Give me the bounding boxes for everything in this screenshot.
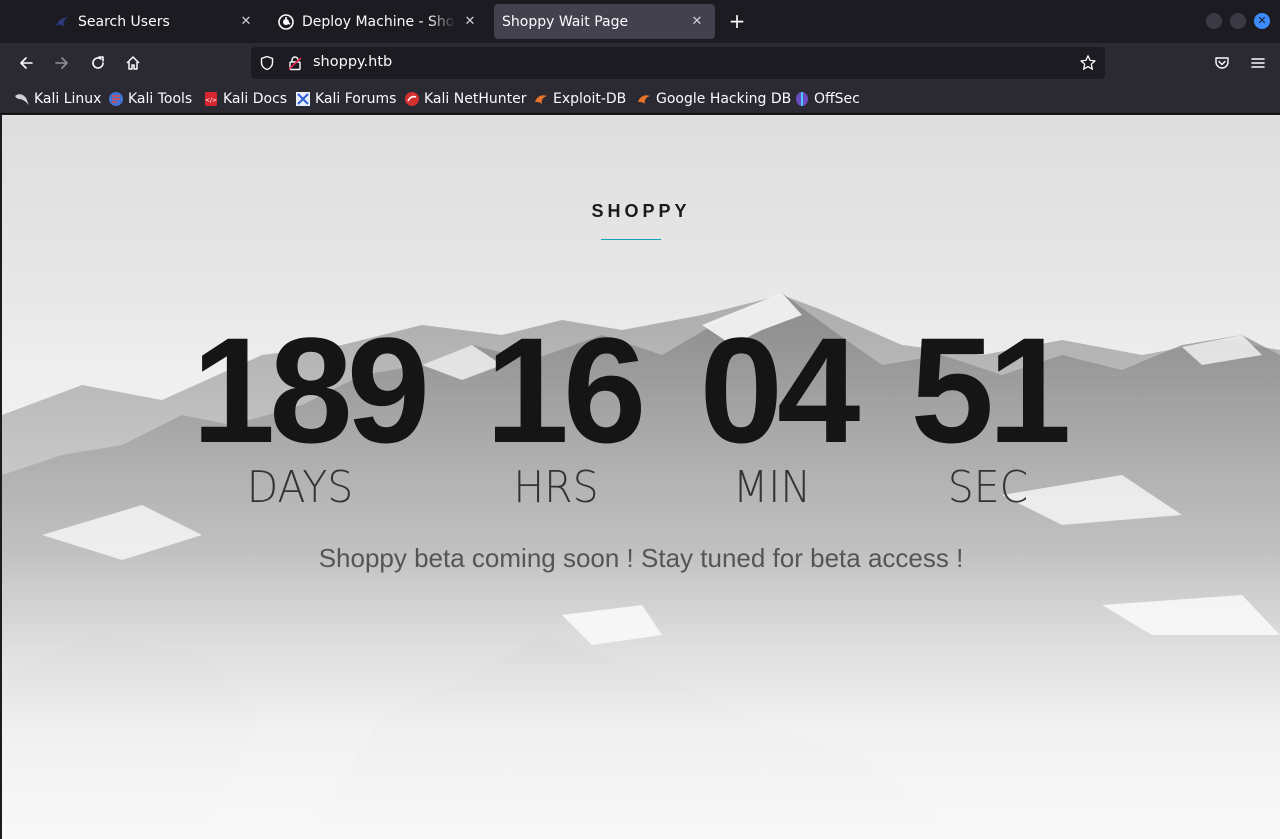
kali-tools-icon bbox=[108, 91, 124, 107]
back-button[interactable] bbox=[14, 51, 38, 75]
close-icon[interactable]: ✕ bbox=[238, 14, 254, 30]
new-tab-button[interactable]: + bbox=[727, 11, 747, 31]
kali-dragon-icon bbox=[54, 14, 70, 30]
bookmark-google-hacking-db[interactable]: Google Hacking DB bbox=[636, 89, 791, 109]
maximize-button[interactable] bbox=[1230, 13, 1246, 29]
bookmark-kali-docs[interactable]: </> Kali Docs bbox=[203, 89, 287, 109]
menu-button[interactable] bbox=[1246, 51, 1270, 75]
insecure-lock-icon[interactable] bbox=[287, 55, 303, 75]
address-bar[interactable]: shoppy.htb bbox=[251, 47, 1105, 79]
countdown-days-label: DAYS bbox=[246, 462, 354, 513]
bookmark-label: Kali Forums bbox=[315, 91, 397, 107]
bookmark-label: Kali Linux bbox=[34, 91, 102, 107]
bookmark-kali-nethunter[interactable]: Kali NetHunter bbox=[404, 89, 526, 109]
countdown-seconds-label: SEC bbox=[947, 462, 1029, 513]
countdown-minutes-label: MIN bbox=[732, 462, 811, 513]
bookmark-kali-forums[interactable]: Kali Forums bbox=[295, 89, 396, 109]
forward-arrow-icon bbox=[55, 57, 68, 69]
bookmark-kali-tools[interactable]: Kali Tools bbox=[108, 89, 192, 109]
bookmark-label: Google Hacking DB bbox=[656, 91, 792, 107]
background-fade-overlay bbox=[2, 115, 1280, 839]
forward-button[interactable] bbox=[50, 51, 74, 75]
offsec-icon bbox=[794, 91, 810, 107]
beta-tagline: Shoppy beta coming soon ! Stay tuned for… bbox=[318, 543, 964, 573]
countdown-seconds-value: 51 bbox=[910, 306, 1072, 474]
countdown-days-value: 189 bbox=[191, 306, 430, 474]
web-page: SHOPPY 189 DAYS 16 HRS 04 MIN 51 SEC Sho… bbox=[2, 115, 1280, 839]
close-window-button[interactable]: ✕ bbox=[1254, 13, 1270, 29]
reload-button[interactable] bbox=[86, 51, 110, 75]
pocket-icon bbox=[1215, 57, 1229, 69]
title-underline bbox=[601, 239, 661, 240]
kali-docs-icon: </> bbox=[203, 91, 219, 107]
tab-shoppy-wait-page[interactable]: Shoppy Wait Page ✕ bbox=[494, 4, 715, 39]
bookmark-exploit-db[interactable]: Exploit-DB bbox=[533, 89, 626, 109]
close-icon[interactable]: ✕ bbox=[462, 14, 478, 30]
pocket-button[interactable] bbox=[1210, 51, 1234, 75]
tab-label: Shoppy Wait Page bbox=[502, 13, 629, 30]
kali-forums-icon bbox=[295, 91, 311, 107]
bookmark-label: Kali Docs bbox=[223, 91, 288, 107]
bookmark-label: Kali NetHunter bbox=[424, 91, 527, 107]
home-icon bbox=[126, 56, 140, 70]
tab-label: Search Users bbox=[78, 13, 170, 30]
bookmark-label: Kali Tools bbox=[128, 91, 193, 107]
back-arrow-icon bbox=[20, 57, 33, 69]
countdown-hours-value: 16 bbox=[485, 306, 647, 474]
bookmark-kali-linux[interactable]: Kali Linux bbox=[14, 89, 101, 109]
svg-text:</>: </> bbox=[205, 97, 217, 104]
tab-label: Deploy Machine - Shoppy bbox=[302, 13, 456, 30]
hackthebox-icon bbox=[278, 13, 294, 30]
bookmark-star-icon[interactable] bbox=[1079, 54, 1097, 76]
tab-search-users[interactable]: Search Users ✕ bbox=[46, 4, 264, 39]
close-icon[interactable]: ✕ bbox=[689, 14, 705, 30]
countdown-minutes-value: 04 bbox=[699, 306, 861, 474]
bookmark-label: Exploit-DB bbox=[553, 91, 627, 107]
site-title: SHOPPY bbox=[591, 201, 691, 221]
bookmark-label: OffSec bbox=[814, 91, 860, 107]
nethunter-icon bbox=[404, 91, 420, 107]
navigation-toolbar: shoppy.htb bbox=[0, 43, 1280, 84]
exploit-db-icon bbox=[533, 91, 549, 107]
countdown-hours-label: HRS bbox=[513, 462, 599, 513]
bookmark-offsec[interactable]: OffSec bbox=[794, 89, 860, 109]
tab-strip: Search Users ✕ Deploy Machine - Shoppy ✕… bbox=[0, 0, 1280, 43]
tab-deploy-machine[interactable]: Deploy Machine - Shoppy ✕ bbox=[270, 4, 488, 39]
minimize-button[interactable] bbox=[1206, 13, 1222, 29]
url-text[interactable]: shoppy.htb bbox=[313, 54, 392, 70]
reload-icon bbox=[92, 56, 104, 69]
bookmarks-toolbar: Kali Linux Kali Tools </> Kali Docs Kali… bbox=[0, 84, 1280, 114]
ghdb-icon bbox=[636, 91, 652, 107]
home-button[interactable] bbox=[121, 51, 145, 75]
kali-dragon-icon bbox=[14, 91, 30, 107]
hamburger-menu-icon bbox=[1251, 58, 1265, 68]
shield-icon[interactable] bbox=[259, 55, 275, 75]
